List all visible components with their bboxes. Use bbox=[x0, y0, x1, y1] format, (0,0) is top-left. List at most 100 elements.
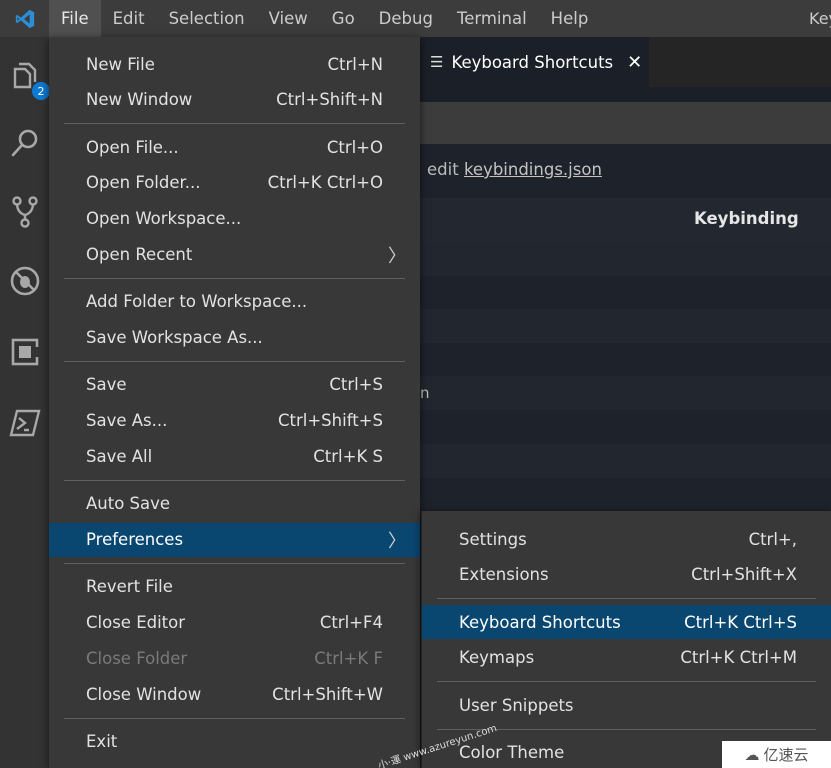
tab-bar: ☰ Keyboard Shortcuts ✕ bbox=[420, 37, 831, 102]
menu-help[interactable]: Help bbox=[539, 0, 601, 37]
menu-item-label: Exit bbox=[86, 732, 118, 752]
menu-item-label: New File bbox=[86, 54, 155, 74]
menu-separator bbox=[64, 717, 405, 719]
extensions-icon[interactable] bbox=[0, 322, 49, 382]
menu-go[interactable]: Go bbox=[320, 0, 367, 37]
menu-separator bbox=[64, 480, 405, 482]
chevron-right-icon: 〉 bbox=[388, 530, 406, 552]
watermark-yisuyun: ☁ 亿速云 bbox=[722, 741, 831, 768]
column-header-keybinding[interactable]: Keybinding bbox=[694, 209, 799, 228]
activity-bar: 2 bbox=[0, 37, 50, 768]
menu-item-shortcut: Ctrl+Shift+S bbox=[278, 411, 383, 431]
explorer-icon[interactable]: 2 bbox=[0, 45, 50, 105]
menu-item-shortcut: Ctrl+K Ctrl+O bbox=[267, 173, 383, 193]
terminal-icon[interactable] bbox=[0, 393, 49, 453]
keybinding-row[interactable]: Ctrl+D bbox=[420, 376, 831, 411]
menu-separator bbox=[64, 123, 405, 125]
debug-icon[interactable] bbox=[0, 251, 49, 311]
menu-item-label: Color Theme bbox=[459, 743, 565, 762]
menu-item-label: New Window bbox=[86, 90, 193, 110]
menu-item-shortcut: Ctrl+K Ctrl+M bbox=[680, 648, 797, 668]
menu-item-label: Close Window bbox=[86, 684, 202, 704]
menu-item-label: Preferences bbox=[86, 530, 184, 550]
close-icon[interactable]: ✕ bbox=[627, 52, 642, 73]
menu-item-save-all[interactable]: Save All Ctrl+K S bbox=[49, 440, 420, 474]
hint-text: edit bbox=[427, 160, 459, 179]
menu-item-revert-file[interactable]: Revert File bbox=[49, 570, 420, 604]
menu-item-settings[interactable]: Settings Ctrl+, bbox=[422, 522, 831, 556]
menu-item-label: Revert File bbox=[86, 577, 173, 597]
keybinding-row[interactable]: Ctrl+KCtrl+ bbox=[420, 343, 831, 377]
menu-item-label: Open Recent bbox=[86, 245, 193, 264]
menu-item-label: Close Editor bbox=[86, 613, 186, 633]
menu-item-label: Keymaps bbox=[459, 648, 535, 668]
menu-item-label: Open Folder... bbox=[86, 173, 201, 193]
menu-item-save-as[interactable]: Save As... Ctrl+Shift+S bbox=[49, 404, 420, 438]
menu-item-shortcut: Ctrl+Shift+X bbox=[691, 565, 797, 585]
keybinding-row[interactable]: Shift+Alt+. bbox=[420, 410, 831, 444]
menu-item-new-file[interactable]: New File Ctrl+N bbox=[49, 47, 420, 81]
list-icon: ☰ bbox=[430, 53, 444, 71]
menu-item-label: Save All bbox=[86, 447, 153, 466]
menu-item-open-recent[interactable]: Open Recent 〉 bbox=[49, 238, 420, 272]
vscode-logo-icon bbox=[0, 0, 49, 37]
keybinding-row[interactable]: Ctrl+Alt+UpA bbox=[420, 242, 831, 276]
menu-item-close-editor[interactable]: Close Editor Ctrl+F4 bbox=[49, 606, 420, 640]
menu-item-exit[interactable]: Exit bbox=[49, 725, 420, 759]
menu-item-shortcut: Ctrl+K F bbox=[314, 649, 383, 668]
menu-item-auto-save[interactable]: Auto Save bbox=[49, 487, 420, 521]
keybindings-hint: edit keybindings.json bbox=[427, 160, 602, 179]
source-control-icon[interactable] bbox=[0, 182, 49, 242]
menu-item-shortcut: Ctrl+K S bbox=[313, 447, 383, 466]
keybindings-json-link[interactable]: keybindings.json bbox=[464, 160, 602, 179]
menu-item-open-folder[interactable]: Open Folder... Ctrl+K Ctrl+O bbox=[49, 166, 420, 200]
menu-item-shortcut: Ctrl+O bbox=[326, 137, 383, 157]
menu-separator bbox=[437, 598, 816, 600]
menu-view[interactable]: View bbox=[257, 0, 320, 37]
tab-bar-fill bbox=[420, 87, 831, 102]
menu-item-user-snippets[interactable]: User Snippets bbox=[422, 688, 831, 722]
keybinding-row[interactable]: Alt+LeftArrow bbox=[420, 443, 831, 478]
menu-item-shortcut: Ctrl+, bbox=[748, 529, 797, 549]
menu-edit[interactable]: Edit bbox=[101, 0, 157, 37]
menu-separator bbox=[64, 278, 405, 280]
tab-keyboard-shortcuts[interactable]: ☰ Keyboard Shortcuts ✕ bbox=[420, 37, 649, 87]
menu-item-close-folder[interactable]: Close Folder Ctrl+K F bbox=[49, 642, 420, 676]
keybinding-row[interactable]: Ctrl+F2 bbox=[420, 477, 831, 511]
menu-item-shortcut: Ctrl+Shift+N bbox=[276, 90, 383, 110]
menu-item-label: Auto Save bbox=[86, 494, 171, 514]
keybinding-row[interactable]: Ctrl+Alt+Dow bbox=[420, 276, 831, 310]
menu-item-keymaps[interactable]: Keymaps Ctrl+K Ctrl+M bbox=[422, 641, 831, 675]
keybinding-row[interactable]: Shift+Alt+I bbox=[420, 309, 831, 344]
menu-item-close-window[interactable]: Close Window Ctrl+Shift+W bbox=[49, 677, 420, 711]
menu-item-label: User Snippets bbox=[459, 695, 574, 715]
truncated-command-text: n bbox=[420, 384, 430, 402]
chevron-right-icon: 〉 bbox=[388, 245, 406, 267]
menu-item-label: Open File... bbox=[86, 137, 179, 157]
menu-item-label: Extensions bbox=[459, 565, 549, 585]
file-menu: New File Ctrl+N New Window Ctrl+Shift+N Open… bbox=[49, 37, 420, 768]
menu-terminal[interactable]: Terminal bbox=[445, 0, 539, 37]
menu-selection[interactable]: Selection bbox=[157, 0, 257, 37]
menu-item-save-workspace-as[interactable]: Save Workspace As... bbox=[49, 321, 420, 355]
menu-item-shortcut: Ctrl+N bbox=[327, 54, 383, 74]
menu-debug[interactable]: Debug bbox=[367, 0, 445, 37]
menu-bar: File Edit Selection View Go Debug Terminal Help… bbox=[0, 0, 831, 37]
menu-item-shortcut: Ctrl+Shift+W bbox=[272, 684, 383, 704]
menu-separator bbox=[437, 681, 816, 683]
menu-item-save[interactable]: Save Ctrl+S bbox=[49, 368, 420, 402]
menu-item-add-folder-to-workspace[interactable]: Add Folder to Workspace... bbox=[49, 285, 420, 319]
menu-item-open-file[interactable]: Open File... Ctrl+O bbox=[49, 130, 420, 164]
menu-item-new-window[interactable]: New Window Ctrl+Shift+N bbox=[49, 83, 420, 117]
menu-item-open-workspace[interactable]: Open Workspace... bbox=[49, 202, 420, 236]
menu-item-label: Settings bbox=[459, 529, 527, 549]
menu-file[interactable]: File bbox=[49, 0, 101, 37]
menu-item-label: Keyboard Shortcuts bbox=[459, 612, 621, 632]
watermark-text: 亿速云 bbox=[763, 746, 809, 764]
menu-separator bbox=[64, 563, 405, 565]
menu-item-preferences[interactable]: Preferences 〉 bbox=[49, 522, 420, 557]
menu-item-keyboard-shortcuts[interactable]: Keyboard Shortcuts Ctrl+K Ctrl+S bbox=[422, 605, 831, 640]
search-icon[interactable] bbox=[0, 113, 49, 173]
menu-item-extensions[interactable]: Extensions Ctrl+Shift+X bbox=[422, 558, 831, 592]
keybindings-search-input[interactable] bbox=[420, 102, 831, 144]
